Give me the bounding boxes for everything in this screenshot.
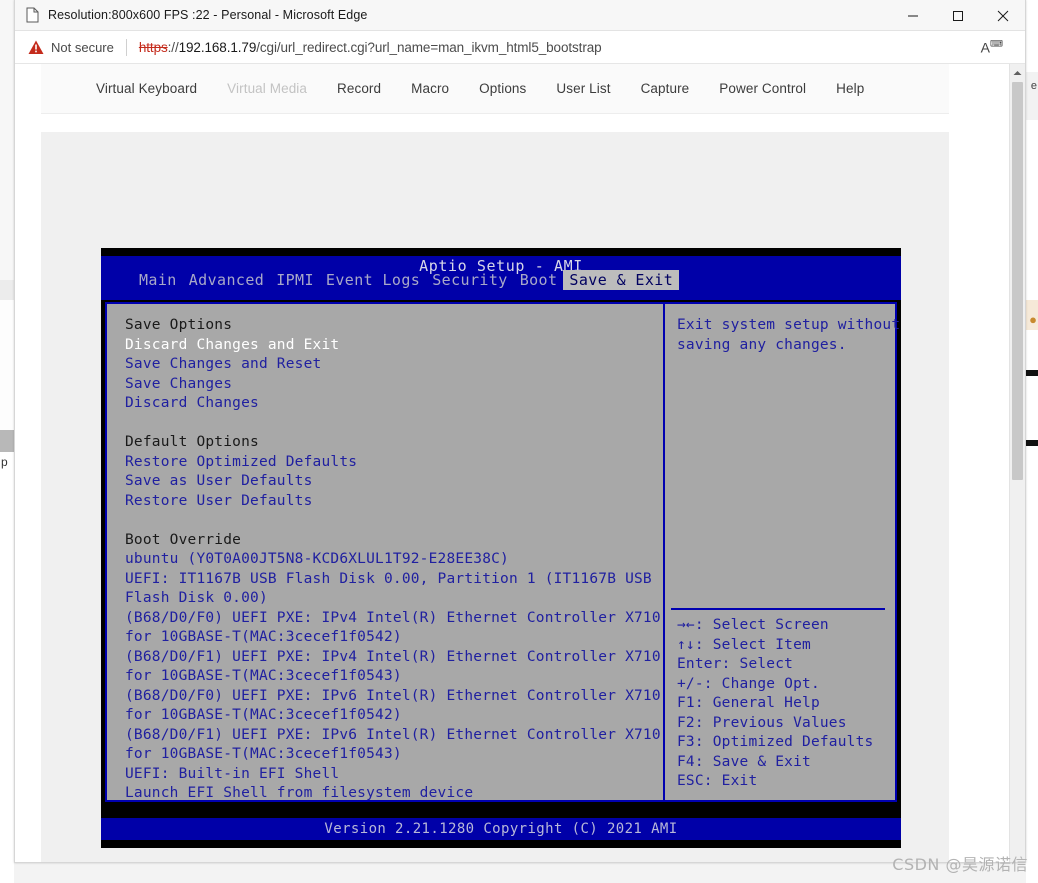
- menu-item-options[interactable]: Options: [464, 81, 541, 96]
- close-button[interactable]: [980, 0, 1025, 31]
- bios-option-row[interactable]: Save as User Defaults: [125, 472, 663, 492]
- bios-option-row[interactable]: for 10GBASE-T(MAC:3cecef1f0543): [125, 667, 663, 687]
- address-bar[interactable]: Not secure https://192.168.1.79/cgi/url_…: [15, 31, 1025, 64]
- background-window-left: p: [0, 0, 14, 883]
- bios-option-row: Save Options: [125, 317, 233, 333]
- bios-tab-ipmi[interactable]: IPMI: [270, 270, 320, 290]
- bios-option-row[interactable]: (B68/D0/F1) UEFI PXE: IPv6 Intel(R) Ethe…: [125, 726, 663, 746]
- bios-option-row[interactable]: UEFI: Built-in EFI Shell: [125, 765, 663, 785]
- key-legend-row: F4: Save & Exit: [677, 753, 811, 770]
- bios-option-row[interactable]: Flash Disk 0.00): [125, 589, 663, 609]
- warning-triangle-icon: [28, 40, 44, 55]
- screen: p e ● Resolution:800x600 FPS :22 - Perso…: [0, 0, 1038, 883]
- bios-option-row[interactable]: Restore User Defaults: [125, 492, 663, 512]
- address-bar-divider: [125, 38, 127, 56]
- menu-item-virtual-media: Virtual Media: [227, 81, 308, 96]
- bios-tab-bar: Main Advanced IPMI Event Logs Security B…: [133, 270, 680, 290]
- bios-spacer: [125, 511, 663, 531]
- bios-key-legend: →←: Select Screen ↑↓: Select Item Enter:…: [677, 616, 873, 792]
- browser-window: Resolution:800x600 FPS :22 - Personal - …: [14, 0, 1026, 863]
- chevron-up-icon[interactable]: [1010, 64, 1025, 81]
- bios-tab-event-logs[interactable]: Event Logs: [320, 270, 426, 290]
- key-legend-row: F1: General Help: [677, 695, 820, 711]
- background-window-right-glyph-e: e: [1030, 80, 1037, 92]
- url-path: /cgi/url_redirect.cgi?url_name=man_ikvm_…: [256, 39, 602, 55]
- key-legend-row: Enter: Select: [677, 656, 794, 672]
- bios-option-row[interactable]: Discard Changes and Exit: [125, 336, 663, 356]
- bios-tab-boot[interactable]: Boot: [514, 270, 564, 290]
- watermark: CSDN @昊源诺信: [892, 855, 1028, 874]
- bios-option-row: Boot Override: [125, 531, 242, 548]
- bios-options-panel: Save Options Discard Changes and Exit Sa…: [107, 304, 663, 801]
- maximize-button[interactable]: [935, 0, 980, 31]
- bios-tab-save-and-exit[interactable]: Save & Exit: [563, 270, 680, 290]
- key-legend-row: →←: Select Screen: [677, 617, 829, 633]
- url-text[interactable]: https://192.168.1.79/cgi/url_redirect.cg…: [139, 40, 602, 55]
- document-icon: [25, 7, 39, 23]
- menu-item-capture[interactable]: Capture: [626, 81, 705, 96]
- menu-item-power-control[interactable]: Power Control: [704, 81, 821, 96]
- background-window-left-glyph: p: [1, 455, 8, 469]
- bios-option-row[interactable]: Discard Changes: [125, 394, 663, 414]
- bios-option-row[interactable]: UEFI: IT1167B USB Flash Disk 0.00, Parti…: [125, 570, 663, 590]
- bios-spacer: [125, 414, 663, 434]
- bios-tab-security[interactable]: Security: [426, 270, 513, 290]
- ikvm-menubar: Virtual Keyboard Virtual Media Record Ma…: [41, 64, 949, 114]
- background-window-right-glyph-o: ●: [1029, 312, 1037, 327]
- bios-option-row: Default Options: [125, 434, 259, 450]
- menu-item-help[interactable]: Help: [821, 81, 879, 96]
- bios-option-row[interactable]: ubuntu (Y0T0A00JT5N8-KCD6XLUL1T92-E28EE3…: [125, 550, 663, 570]
- background-window-right: e ●: [1026, 0, 1038, 883]
- window-controls: [890, 0, 1025, 31]
- bios-body: Save Options Discard Changes and Exit Sa…: [105, 302, 901, 802]
- key-legend-row: ESC: Exit: [677, 773, 758, 789]
- menu-item-macro[interactable]: Macro: [396, 81, 464, 96]
- url-scheme: https: [138, 39, 168, 55]
- bios-version-text: Version 2.21.1280 Copyright (C) 2021 AMI: [324, 821, 678, 837]
- bios-option-row[interactable]: Save Changes: [125, 375, 663, 395]
- bios-help-text: Exit system setup without saving any cha…: [677, 317, 901, 353]
- bios-tab-advanced[interactable]: Advanced: [183, 270, 270, 290]
- key-legend-row: ↑↓: Select Item: [677, 636, 811, 653]
- bios-screen[interactable]: Aptio Setup - AMI Main Advanced IPMI Eve…: [101, 248, 901, 848]
- security-status-label[interactable]: Not secure: [51, 40, 114, 55]
- bios-option-row[interactable]: for 10GBASE-T(MAC:3cecef1f0542): [125, 706, 663, 726]
- bios-option-row[interactable]: Save Changes and Reset: [125, 355, 663, 375]
- menu-item-record[interactable]: Record: [322, 81, 396, 96]
- key-legend-row: +/-: Change Opt.: [677, 675, 820, 692]
- bios-option-row[interactable]: Launch EFI Shell from filesystem device: [125, 784, 663, 804]
- bios-help-panel: Exit system setup without saving any cha…: [667, 304, 901, 800]
- minimize-button[interactable]: [890, 0, 935, 31]
- window-title: Resolution:800x600 FPS :22 - Personal - …: [48, 8, 368, 22]
- bios-option-row[interactable]: Restore Optimized Defaults: [125, 453, 663, 473]
- bios-option-row[interactable]: for 10GBASE-T(MAC:3cecef1f0543): [125, 745, 663, 765]
- ikvm-console-stage: Aptio Setup - AMI Main Advanced IPMI Eve…: [41, 132, 949, 862]
- title-bar: Resolution:800x600 FPS :22 - Personal - …: [15, 0, 1025, 31]
- bios-footer: Version 2.21.1280 Copyright (C) 2021 AMI: [101, 818, 901, 840]
- bios-help-divider: [671, 608, 885, 610]
- ikvm-page: Virtual Keyboard Virtual Media Record Ma…: [15, 64, 1011, 862]
- bios-option-row[interactable]: (B68/D0/F1) UEFI PXE: IPv4 Intel(R) Ethe…: [125, 648, 663, 668]
- page-viewport: Virtual Keyboard Virtual Media Record Ma…: [15, 64, 1025, 862]
- vertical-scrollbar[interactable]: [1009, 64, 1025, 862]
- key-legend-row: F2: Previous Values: [677, 714, 847, 731]
- key-legend-row: F3: Optimized Defaults: [677, 734, 874, 750]
- bios-option-row[interactable]: (B68/D0/F0) UEFI PXE: IPv4 Intel(R) Ethe…: [125, 609, 663, 629]
- bios-tab-main[interactable]: Main: [133, 270, 183, 290]
- bios-option-row[interactable]: for 10GBASE-T(MAC:3cecef1f0542): [125, 628, 663, 648]
- menu-item-virtual-keyboard[interactable]: Virtual Keyboard: [81, 81, 212, 96]
- url-separator: ://: [167, 39, 179, 55]
- bios-option-row[interactable]: (B68/D0/F0) UEFI PXE: IPv6 Intel(R) Ethe…: [125, 687, 663, 707]
- bios-panel-divider: [663, 304, 665, 800]
- read-aloud-icon[interactable]: A⌨: [981, 39, 1003, 56]
- scrollbar-thumb[interactable]: [1012, 82, 1023, 480]
- menu-item-user-list[interactable]: User List: [541, 81, 625, 96]
- url-host: 192.168.1.79: [178, 39, 257, 55]
